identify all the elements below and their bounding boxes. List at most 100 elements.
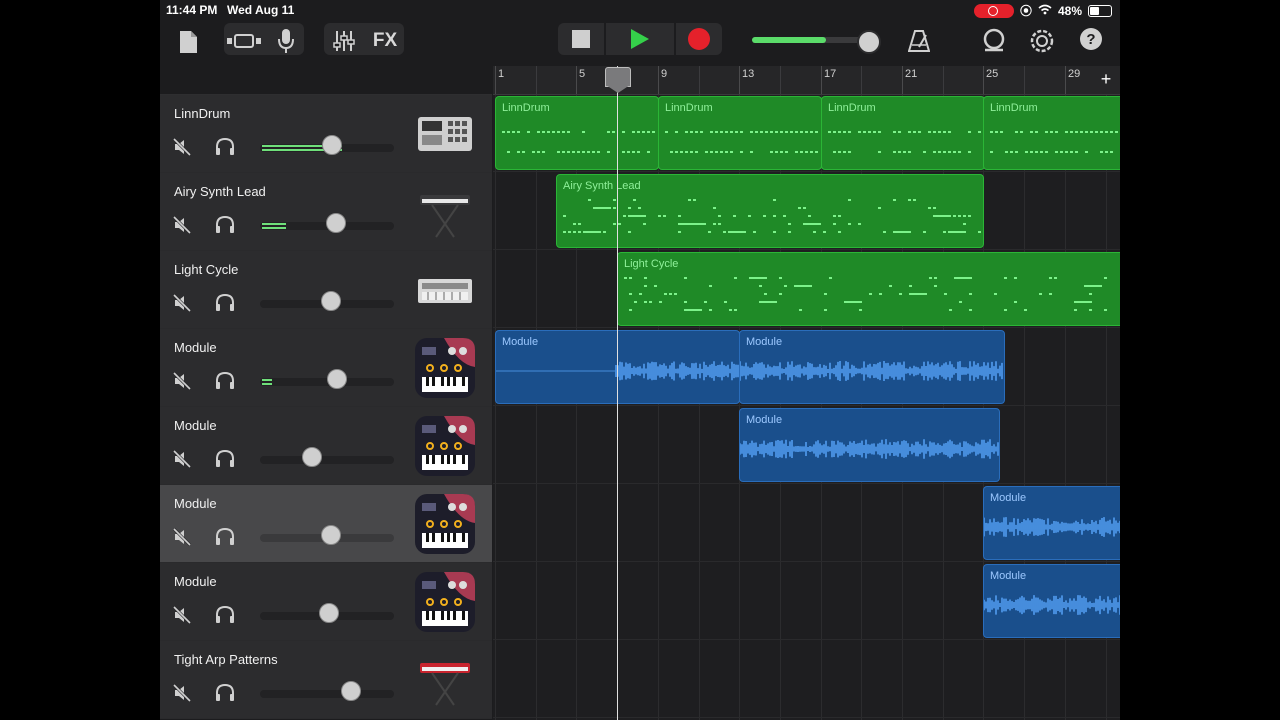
audio-region[interactable]: Module [983, 486, 1120, 560]
midi-region[interactable]: Light Cycle [617, 252, 1120, 326]
region-label: Module [746, 414, 783, 426]
track-header-top [160, 66, 492, 95]
drum-machine-icon[interactable] [414, 103, 476, 165]
track-header[interactable]: LinnDrum [160, 95, 492, 173]
region-label: Module [502, 336, 539, 348]
module-app-icon[interactable] [414, 571, 476, 633]
headphones-icon[interactable] [214, 605, 236, 625]
bar-number: 21 [905, 68, 918, 80]
track-level-meter [262, 383, 272, 385]
lane-separator [493, 171, 1120, 172]
tracks-view-icon[interactable] [226, 28, 262, 54]
track-volume-slider[interactable] [260, 690, 394, 698]
track-name: LinnDrum [174, 106, 231, 121]
track-header[interactable]: Airy Synth Lead [160, 173, 492, 251]
stop-button[interactable] [558, 23, 604, 55]
track-name: Light Cycle [174, 262, 239, 277]
track-level-meter [262, 227, 286, 229]
headphones-icon[interactable] [214, 527, 236, 547]
bar-number: 29 [1068, 68, 1081, 80]
bar-number: 17 [824, 68, 837, 80]
playhead-line [617, 66, 618, 720]
track-volume-slider[interactable] [260, 456, 394, 464]
track-volume-knob[interactable] [341, 681, 361, 701]
master-volume-slider[interactable] [752, 37, 872, 43]
ruler-tick [983, 66, 984, 94]
midi-region[interactable]: Airy Synth Lead [556, 174, 984, 248]
track-volume-knob[interactable] [302, 447, 322, 467]
headphones-icon[interactable] [214, 449, 236, 469]
bar-number: 25 [986, 68, 999, 80]
track-header[interactable]: Light Cycle [160, 251, 492, 329]
synth-module-icon[interactable] [414, 259, 476, 321]
help-icon[interactable]: ? [1080, 28, 1102, 50]
mute-speaker-icon[interactable] [172, 449, 192, 469]
midi-region[interactable]: LinnDrum [983, 96, 1120, 170]
headphones-icon[interactable] [214, 215, 236, 235]
track-header[interactable]: Tight Arp Patterns [160, 641, 492, 719]
module-app-icon[interactable] [414, 493, 476, 555]
track-volume-knob[interactable] [327, 369, 347, 389]
mute-speaker-icon[interactable] [172, 605, 192, 625]
midi-region[interactable]: LinnDrum [495, 96, 659, 170]
module-app-icon[interactable] [414, 415, 476, 477]
lane-separator [493, 639, 1120, 640]
track-header[interactable]: Module [160, 563, 492, 641]
synth-keyboard-icon[interactable] [414, 181, 476, 243]
red-keyboard-icon[interactable] [414, 649, 476, 711]
mute-speaker-icon[interactable] [172, 683, 192, 703]
mute-speaker-icon[interactable] [172, 371, 192, 391]
headphones-icon[interactable] [214, 293, 236, 313]
mixer-icon[interactable] [332, 28, 356, 54]
mute-speaker-icon[interactable] [172, 137, 192, 157]
audio-region[interactable]: Module [983, 564, 1120, 638]
battery-fill [1090, 6, 1099, 15]
timeline-ruler[interactable]: 1 5 9 13 17 21 25 29 [493, 66, 1120, 95]
microphone-icon[interactable] [274, 26, 298, 56]
region-label: LinnDrum [665, 102, 713, 114]
headphones-icon[interactable] [214, 683, 236, 703]
ruler-tick [495, 66, 496, 94]
audio-region[interactable]: Module [739, 408, 1000, 482]
battery-percent: 48% [1057, 3, 1082, 18]
ruler-tick [1024, 66, 1025, 94]
track-level-meter [262, 223, 286, 225]
midi-region[interactable]: LinnDrum [658, 96, 822, 170]
add-section-button[interactable]: + [1092, 66, 1120, 94]
track-header[interactable]: Module [160, 329, 492, 407]
headphones-icon[interactable] [214, 137, 236, 157]
track-volume-knob[interactable] [319, 603, 339, 623]
fx-button[interactable]: FX [368, 28, 402, 54]
document-icon[interactable] [176, 28, 200, 56]
ruler-tick [780, 66, 781, 94]
record-button[interactable] [676, 23, 722, 55]
headphones-icon[interactable] [214, 371, 236, 391]
settings-icon[interactable] [1028, 27, 1056, 55]
track-name: Module [174, 418, 217, 433]
play-button[interactable] [606, 23, 674, 55]
wifi-icon [1038, 4, 1052, 18]
grid-line [495, 94, 496, 720]
mute-speaker-icon[interactable] [172, 527, 192, 547]
audio-region[interactable]: Module [739, 330, 1005, 404]
mute-speaker-icon[interactable] [172, 215, 192, 235]
midi-region[interactable]: LinnDrum [821, 96, 985, 170]
track-header[interactable]: Module [160, 485, 492, 563]
track-name: Module [174, 340, 217, 355]
track-volume-knob[interactable] [321, 525, 341, 545]
mute-speaker-icon[interactable] [172, 293, 192, 313]
loop-icon[interactable] [980, 27, 1008, 55]
module-app-icon[interactable] [414, 337, 476, 399]
region-label: Module [990, 570, 1027, 582]
garageband-screen: 11:44 PM Wed Aug 11 ⦿ 48% FX ? LinnDrum … [160, 0, 1120, 720]
track-volume-knob[interactable] [326, 213, 346, 233]
region-label: Module [990, 492, 1027, 504]
play-icon [631, 29, 649, 49]
playhead-handle[interactable] [605, 67, 631, 93]
arrangement-area[interactable]: 1 5 9 13 17 21 25 29 + LinnDrum LinnDrum LinnDrum… [493, 66, 1120, 720]
track-header[interactable]: Module [160, 407, 492, 485]
master-volume-knob[interactable] [857, 30, 881, 54]
track-volume-knob[interactable] [322, 135, 342, 155]
track-volume-knob[interactable] [321, 291, 341, 311]
metronome-icon[interactable] [906, 27, 932, 55]
